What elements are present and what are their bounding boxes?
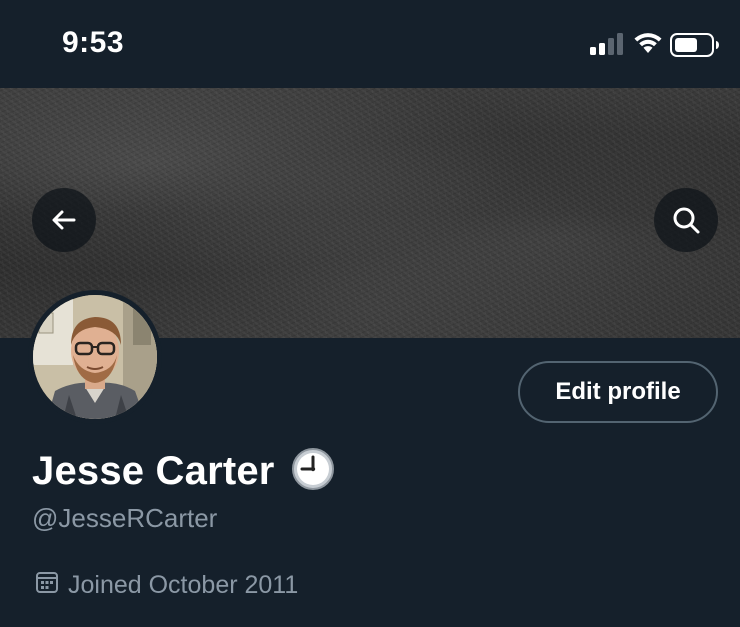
user-handle: @JesseRCarter <box>32 503 218 533</box>
status-time: 9:53 <box>62 26 125 59</box>
arrow-left-icon <box>52 210 76 230</box>
edit-profile-button[interactable]: Edit profile <box>518 361 718 423</box>
search-button[interactable] <box>654 188 718 252</box>
cellular-signal-icon <box>590 33 626 60</box>
joined-date: Joined October 2011 <box>68 571 299 599</box>
search-icon <box>673 207 700 234</box>
avatar[interactable] <box>28 290 162 424</box>
joined-date-row: Joined October 2011 <box>35 570 298 601</box>
profile-screen: 9:53 Edit profile Jesse Carter @JesseRCa… <box>0 0 740 627</box>
avatar-photo <box>33 295 157 419</box>
wifi-icon <box>633 32 663 59</box>
back-button[interactable] <box>32 188 96 252</box>
clock-emoji-icon <box>291 447 335 496</box>
display-name: Jesse Carter <box>32 448 275 493</box>
display-name-row: Jesse Carter <box>32 447 335 495</box>
battery-icon <box>670 33 720 62</box>
calendar-icon <box>35 570 59 601</box>
status-bar: 9:53 <box>0 0 740 88</box>
